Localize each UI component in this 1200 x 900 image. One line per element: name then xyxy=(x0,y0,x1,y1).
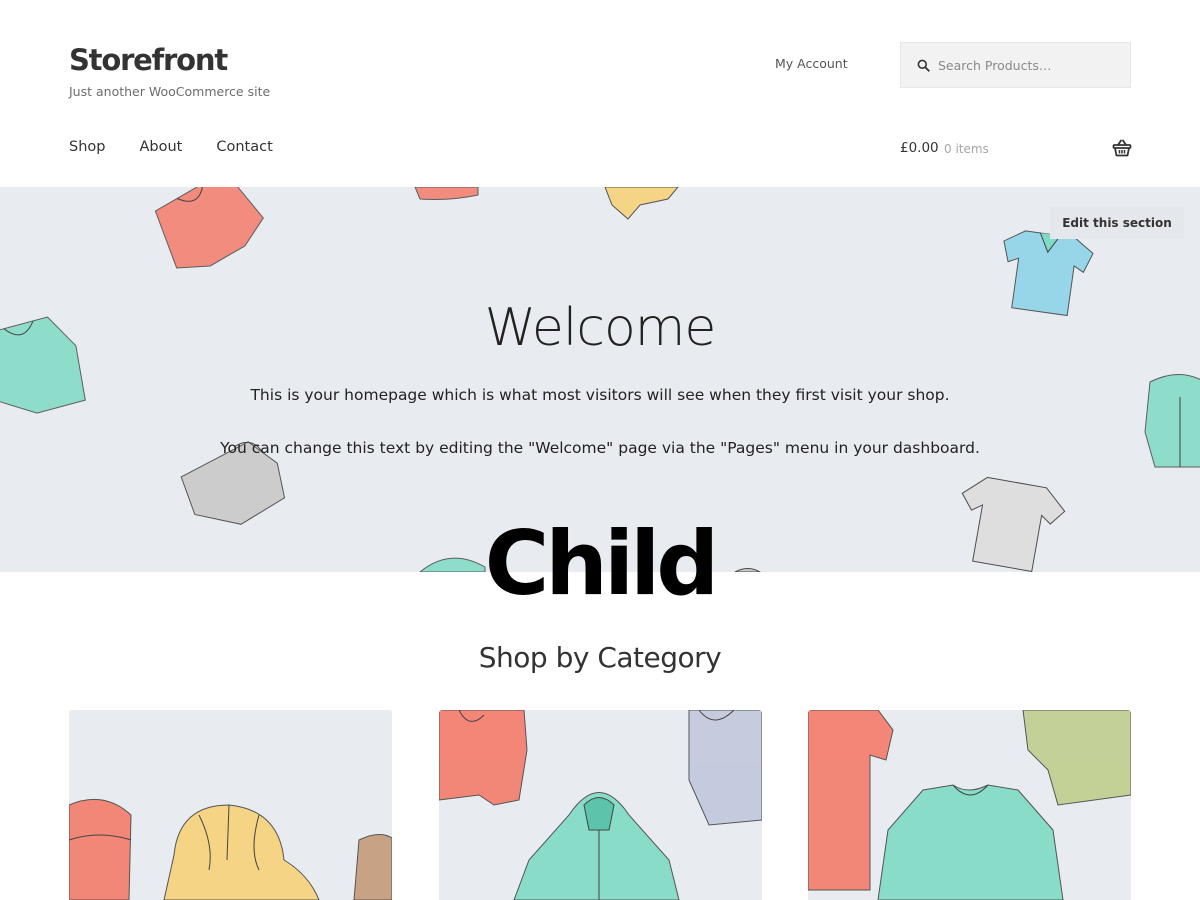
cart-item-count[interactable]: 0 items xyxy=(944,142,989,156)
shirt-illustration xyxy=(414,187,479,200)
search-box xyxy=(900,42,1131,88)
nav-item-contact[interactable]: Contact xyxy=(216,139,272,155)
hero-title: Welcome xyxy=(484,298,717,358)
nav-item-shop[interactable]: Shop xyxy=(69,139,105,155)
hero-description-line-2: You can change this text by editing the … xyxy=(220,439,980,457)
child-theme-label: Child xyxy=(484,512,720,615)
basket-icon[interactable] xyxy=(1112,138,1132,158)
site-title[interactable]: Storefront xyxy=(69,43,228,77)
hats-illustration xyxy=(69,798,392,900)
hoodie-illustration xyxy=(154,187,264,269)
category-card-tshirts[interactable] xyxy=(808,710,1131,900)
search-input[interactable] xyxy=(938,57,1128,73)
shirts-illustration xyxy=(808,710,1131,900)
search-icon xyxy=(917,59,930,72)
hero-description-line-1: This is your homepage which is what most… xyxy=(250,386,950,404)
nav-item-about[interactable]: About xyxy=(139,139,182,155)
primary-nav: Shop About Contact xyxy=(69,139,307,155)
hoodies-illustration xyxy=(439,710,762,900)
category-card-accessories[interactable] xyxy=(69,710,392,900)
category-card-hoodies[interactable] xyxy=(439,710,762,900)
edit-section-button[interactable]: Edit this section xyxy=(1050,207,1184,239)
section-title: Shop by Category xyxy=(478,641,722,674)
cart-total[interactable]: £0.00 xyxy=(900,140,939,156)
tshirt-illustration xyxy=(604,187,679,220)
my-account-link[interactable]: My Account xyxy=(775,56,848,71)
site-tagline: Just another WooCommerce site xyxy=(69,84,271,99)
